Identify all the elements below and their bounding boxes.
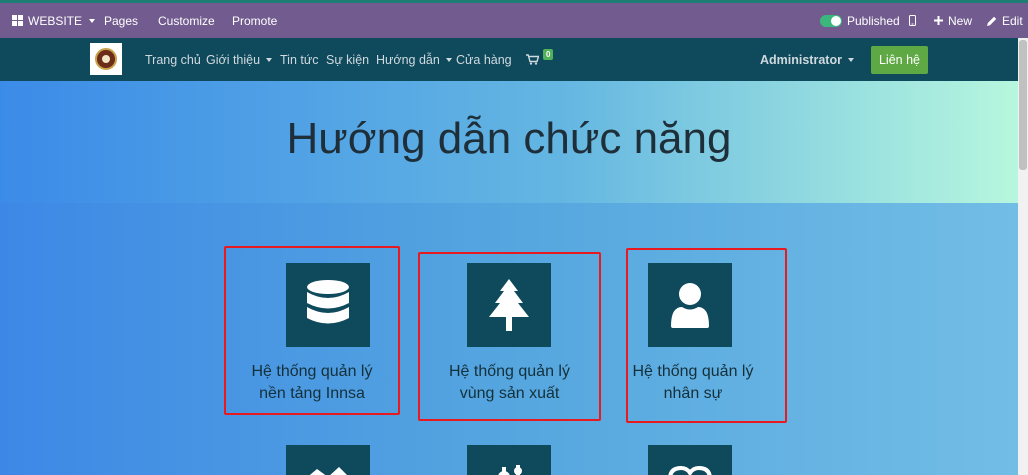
website-menu[interactable]: WEBSITE [12, 3, 96, 38]
card-label-line2: nền tảng Innsa [259, 385, 365, 402]
toggle-switch-icon [820, 14, 842, 27]
edit-button[interactable]: Edit [987, 3, 1023, 38]
chevron-down-icon [266, 57, 273, 62]
card-label-line2: vùng sản xuất [459, 385, 560, 402]
content-section: Hệ thống quản lý nền tảng Innsa Hệ thống… [0, 203, 1018, 475]
logo-emblem-icon [95, 48, 117, 70]
mobile-icon [909, 15, 916, 26]
chevron-down-icon [847, 57, 854, 62]
user-name: Administrator [760, 52, 842, 67]
card-label: Hệ thống quản lý nhân sự [628, 361, 758, 405]
website-menu-label: WEBSITE [28, 13, 83, 28]
nav-item-shop[interactable]: Cửa hàng [456, 38, 512, 81]
customize-menu-label: Customize [158, 13, 215, 28]
plus-icon [934, 16, 943, 25]
published-toggle[interactable]: Published [820, 3, 900, 38]
card-human-resources[interactable]: Hệ thống quản lý nhân sự [626, 248, 787, 423]
pencil-icon [987, 16, 997, 26]
card-tile [286, 263, 370, 347]
card-platform-management[interactable]: Hệ thống quản lý nền tảng Innsa [224, 246, 400, 415]
gears-icon [498, 465, 522, 475]
pages-menu[interactable]: Pages [104, 3, 138, 38]
card-label-line1: Hệ thống quản lý [251, 363, 373, 380]
card-label-line1: Hệ thống quản lý [632, 363, 754, 380]
shopping-cart-icon [526, 54, 539, 65]
page-title: Hướng dẫn chức năng [286, 114, 732, 163]
nav-item-news[interactable]: Tin tức [280, 38, 318, 81]
site-navbar: Trang chủ Giới thiệu Tin tức Sự kiện Hướ… [0, 38, 1018, 81]
page-scrollbar[interactable] [1018, 38, 1028, 475]
promote-menu-label: Promote [232, 13, 278, 28]
website-editor-bar: WEBSITE Pages Customize Promote Publishe… [0, 0, 1028, 38]
pages-menu-label: Pages [104, 13, 139, 28]
promote-menu[interactable]: Promote [232, 3, 277, 38]
chevron-down-icon [445, 57, 452, 62]
nav-item-label: Cửa hàng [456, 52, 512, 67]
contact-button[interactable]: Liên hệ [871, 46, 928, 74]
published-label: Published [847, 13, 900, 28]
card-label-line1: Hệ thống quản lý [449, 363, 570, 380]
tree-icon [489, 279, 529, 331]
customize-menu[interactable]: Customize [158, 3, 215, 38]
mobile-preview-button[interactable] [909, 3, 916, 38]
nav-item-label: Giới thiệu [206, 52, 261, 67]
landscape-icon [309, 467, 347, 475]
card-label: Hệ thống quản lý nền tảng Innsa [226, 361, 398, 405]
edit-button-label: Edit [1002, 13, 1023, 28]
card-label: Hệ thống quản lý vùng sản xuất [420, 361, 599, 405]
nav-cart[interactable]: 0 [526, 38, 554, 81]
user-menu[interactable]: Administrator [760, 38, 854, 81]
user-icon [671, 283, 709, 328]
database-icon [307, 280, 349, 324]
nav-item-label: Hướng dẫn [376, 52, 440, 67]
card-tile [648, 263, 732, 347]
grid-icon [12, 15, 23, 26]
nav-item-guide[interactable]: Hướng dẫn [376, 38, 452, 81]
new-button[interactable]: New [934, 3, 972, 38]
nav-item-home[interactable]: Trang chủ [145, 38, 201, 81]
card-production-area[interactable]: Hệ thống quản lý vùng sản xuất [418, 252, 601, 421]
cart-count-badge: 0 [543, 49, 554, 60]
card-tile-partial[interactable] [286, 445, 370, 475]
nav-item-about[interactable]: Giới thiệu [206, 38, 273, 81]
site-logo[interactable] [90, 43, 122, 75]
handshake-icon [668, 465, 712, 475]
nav-item-events[interactable]: Sự kiện [326, 38, 369, 81]
nav-item-label: Tin tức [280, 52, 319, 67]
new-button-label: New [948, 13, 973, 28]
nav-item-label: Trang chủ [145, 52, 201, 67]
nav-item-label: Sự kiện [326, 52, 370, 67]
hero-banner: Hướng dẫn chức năng [0, 81, 1018, 203]
card-tile-partial[interactable] [648, 445, 732, 475]
chevron-down-icon [89, 18, 96, 23]
card-label-line2: nhân sự [663, 385, 723, 402]
card-tile [467, 263, 551, 347]
card-tile-partial[interactable] [467, 445, 551, 475]
scrollbar-thumb[interactable] [1019, 40, 1027, 170]
